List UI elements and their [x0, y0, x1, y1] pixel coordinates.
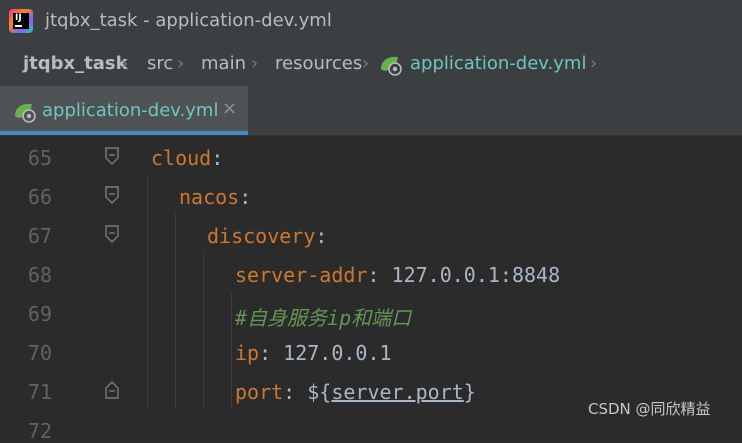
breadcrumb-main[interactable]: main: [201, 53, 246, 74]
title-bar: IJ jtqbx_task - application-dev.yml: [0, 0, 742, 44]
yaml-value: }: [463, 380, 476, 404]
chevron-right-icon: ›: [177, 53, 185, 74]
code-line: port: ${server.port}: [235, 380, 476, 404]
spring-leaf-yaml-icon: [15, 103, 36, 123]
line-number: 68: [27, 263, 52, 287]
yaml-comment: #自身服务ip和端口: [235, 306, 412, 330]
fold-end-icon[interactable]: [104, 380, 120, 400]
yaml-colon: :: [259, 341, 272, 365]
tab-label: application-dev.yml: [42, 100, 219, 121]
chevron-right-icon: ›: [590, 53, 598, 74]
line-number: 65: [27, 146, 52, 170]
yaml-key: port: [235, 380, 284, 404]
indent-guide: [175, 213, 176, 408]
line-number: 67: [27, 224, 52, 248]
yaml-key: server-addr: [235, 263, 368, 287]
code-line: discovery:: [207, 224, 327, 248]
yaml-value: 127.0.0.1:8848: [379, 263, 561, 287]
code-line: server-addr: 127.0.0.1:8848: [235, 263, 560, 287]
spring-leaf-yaml-icon: [381, 56, 402, 76]
property-reference-link[interactable]: server.port: [331, 380, 463, 404]
fold-open-icon[interactable]: [104, 185, 120, 205]
line-number: 72: [27, 419, 52, 443]
yaml-key: nacos: [179, 185, 240, 209]
tab-application-dev-yml[interactable]: application-dev.yml ×: [0, 86, 248, 135]
editor-tab-bar: application-dev.yml ×: [0, 86, 742, 136]
code-editor[interactable]: 65 cloud: 66 nacos: 67 discovery: 68 ser…: [0, 136, 742, 443]
line-number: 71: [27, 380, 52, 404]
window-title: jtqbx_task - application-dev.yml: [45, 10, 332, 31]
watermark: CSDN @同欣精益: [588, 400, 711, 418]
indent-guide: [147, 174, 148, 408]
intellij-app-icon: IJ: [9, 9, 33, 33]
yaml-key: discovery: [207, 224, 316, 248]
yaml-colon: :: [315, 224, 328, 248]
yaml-colon: :: [283, 380, 296, 404]
code-line: ip: 127.0.0.1: [235, 341, 392, 365]
breadcrumb: jtqbx_task › src › main › resources › ap…: [0, 44, 742, 86]
yaml-value: 127.0.0.1: [271, 341, 392, 365]
breadcrumb-src[interactable]: src: [147, 53, 173, 74]
line-number: 70: [27, 341, 52, 365]
yaml-colon: :: [239, 185, 252, 209]
yaml-key: cloud: [151, 146, 212, 170]
chevron-right-icon: ›: [362, 53, 370, 74]
indent-guide: [203, 253, 204, 408]
chevron-right-icon: ›: [251, 53, 259, 74]
breadcrumb-file[interactable]: application-dev.yml: [410, 53, 586, 74]
indent-guide: [231, 292, 232, 408]
line-number: 66: [27, 185, 52, 209]
yaml-colon: :: [211, 146, 224, 170]
yaml-value: ${: [295, 380, 332, 404]
code-line: cloud:: [151, 146, 223, 170]
yaml-colon: :: [367, 263, 380, 287]
yaml-key: ip: [235, 341, 260, 365]
chevron-right-icon: ›: [121, 53, 129, 74]
close-icon[interactable]: ×: [222, 98, 237, 119]
fold-open-icon[interactable]: [104, 146, 120, 166]
fold-open-icon[interactable]: [104, 224, 120, 244]
breadcrumb-resources[interactable]: resources: [275, 53, 362, 74]
code-line: nacos:: [179, 185, 251, 209]
breadcrumb-project[interactable]: jtqbx_task: [23, 53, 128, 74]
line-number: 69: [27, 302, 52, 326]
